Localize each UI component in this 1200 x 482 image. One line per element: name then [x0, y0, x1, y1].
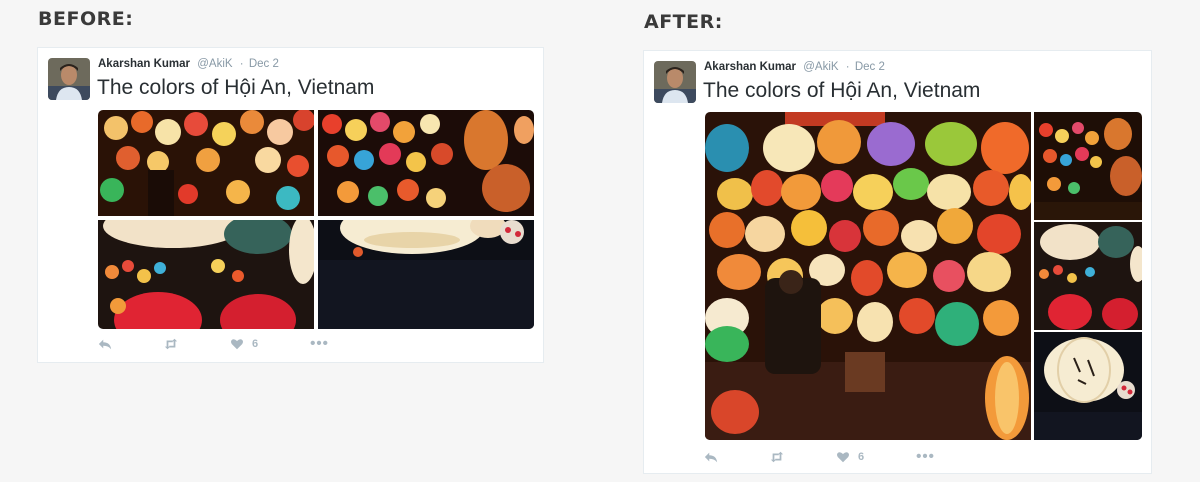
tweet-text: The colors of Hội An, Vietnam	[703, 79, 981, 102]
author-name[interactable]: Akarshan Kumar	[98, 58, 190, 70]
photo-tile-small-1[interactable]	[1034, 112, 1142, 220]
like-button[interactable]: 6	[230, 336, 258, 352]
author-handle[interactable]: @AkiK	[803, 61, 838, 73]
author-handle[interactable]: @AkiK	[197, 58, 232, 70]
tweet-date[interactable]: Dec 2	[249, 58, 279, 70]
retweet-icon	[164, 338, 178, 350]
photo-tile-2[interactable]	[318, 110, 534, 216]
tweet-card-before[interactable]: Akarshan Kumar @AkiK · Dec 2 The colors …	[37, 47, 544, 363]
heart-icon	[836, 452, 850, 463]
like-count: 6	[858, 451, 865, 463]
retweet-icon	[770, 451, 784, 463]
heart-icon	[230, 339, 244, 350]
like-button[interactable]: 6	[836, 449, 864, 465]
more-button[interactable]: •••	[916, 449, 935, 465]
tweet-actions: 6 •••	[98, 336, 381, 352]
reply-icon	[98, 339, 112, 350]
author-line: Akarshan Kumar @AkiK · Dec 2	[98, 58, 279, 70]
reply-button[interactable]	[704, 449, 718, 465]
photo-grid-after	[705, 112, 1142, 440]
photo-tile-large[interactable]	[705, 112, 1031, 440]
before-heading: BEFORE:	[38, 8, 134, 30]
retweet-button[interactable]	[770, 449, 784, 465]
photo-tile-1[interactable]	[98, 110, 314, 216]
more-icon: •••	[916, 448, 935, 465]
more-button[interactable]: •••	[310, 336, 329, 352]
author-name[interactable]: Akarshan Kumar	[704, 61, 796, 73]
more-icon: •••	[310, 335, 329, 352]
after-heading: AFTER:	[644, 11, 723, 33]
meta-separator: ·	[239, 58, 244, 70]
like-count: 6	[252, 338, 259, 350]
retweet-button[interactable]	[164, 336, 178, 352]
avatar[interactable]	[48, 58, 90, 100]
reply-button[interactable]	[98, 336, 112, 352]
tweet-actions: 6 •••	[704, 449, 987, 465]
avatar[interactable]	[654, 61, 696, 103]
tweet-card-after[interactable]: Akarshan Kumar @AkiK · Dec 2 The colors …	[643, 50, 1152, 474]
reply-icon	[704, 452, 718, 463]
author-line: Akarshan Kumar @AkiK · Dec 2	[704, 61, 885, 73]
photo-grid-before	[98, 110, 534, 329]
photo-tile-4[interactable]	[318, 220, 534, 329]
tweet-date[interactable]: Dec 2	[855, 61, 885, 73]
tweet-text: The colors of Hội An, Vietnam	[97, 76, 375, 99]
photo-tile-3[interactable]	[98, 220, 314, 329]
photo-tile-small-3[interactable]	[1034, 332, 1142, 440]
meta-separator: ·	[845, 61, 850, 73]
photo-tile-small-2[interactable]	[1034, 222, 1142, 330]
